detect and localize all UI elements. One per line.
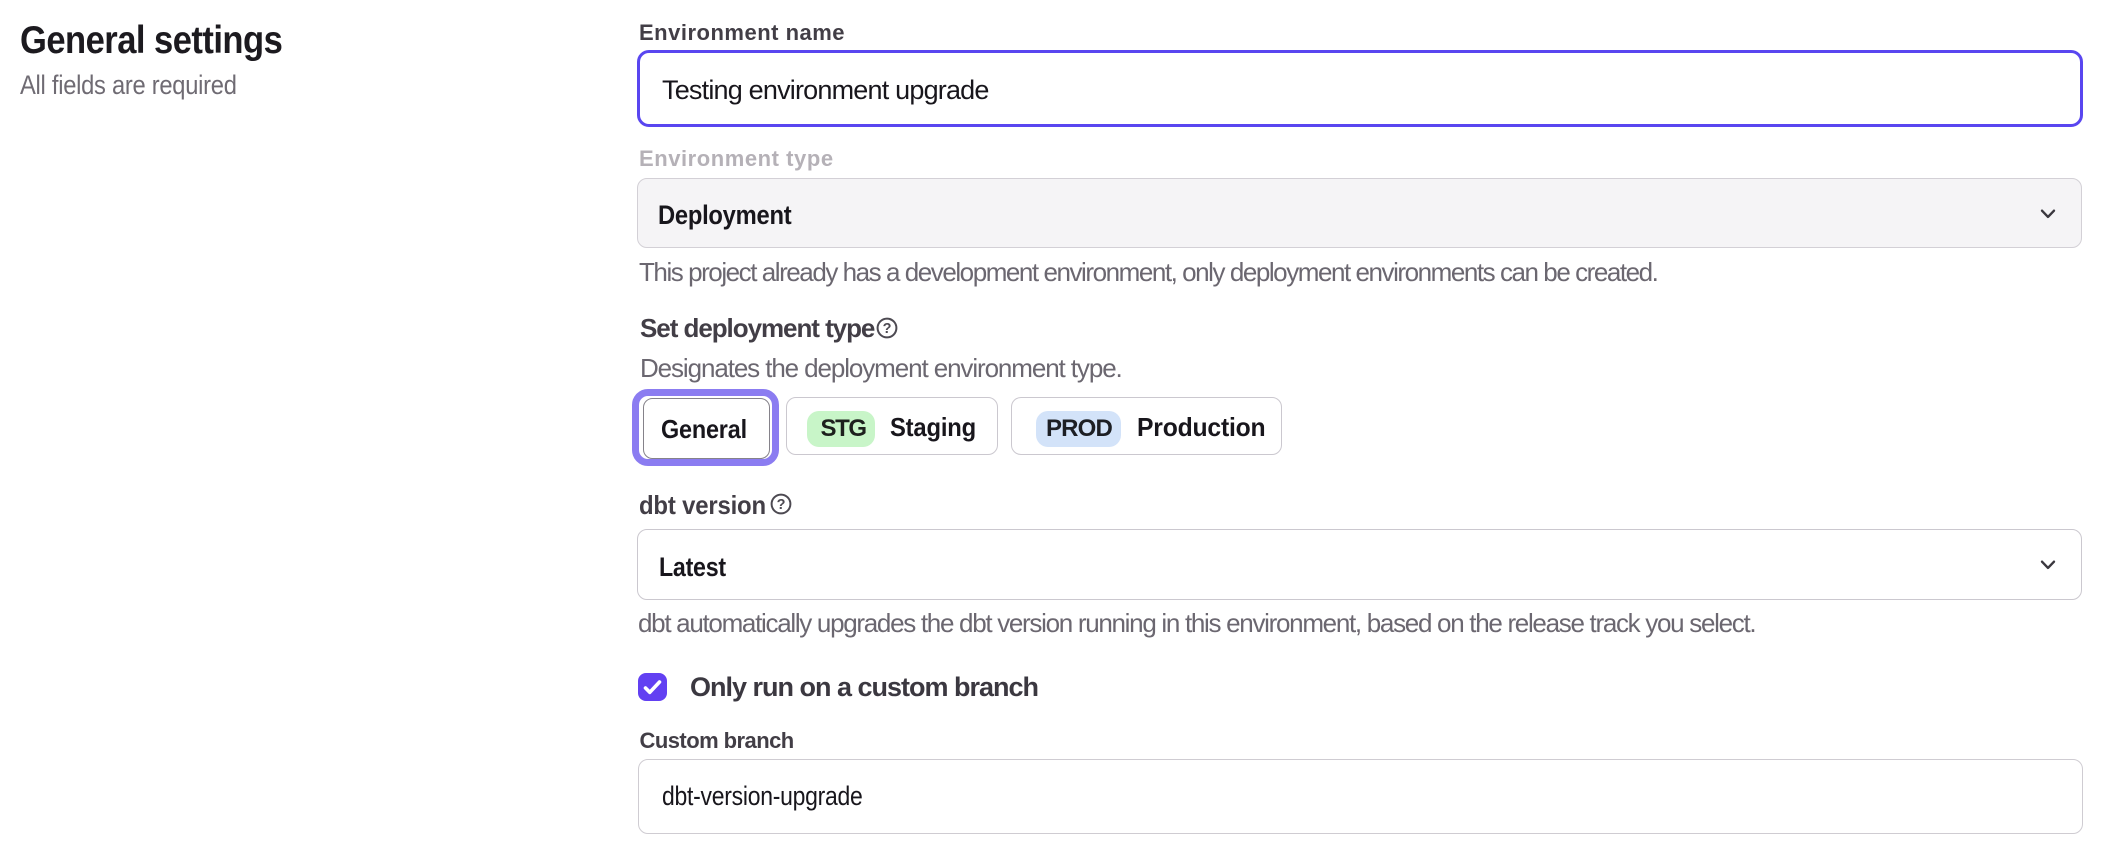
svg-text:?: ? bbox=[882, 321, 891, 337]
svg-text:?: ? bbox=[777, 497, 786, 513]
